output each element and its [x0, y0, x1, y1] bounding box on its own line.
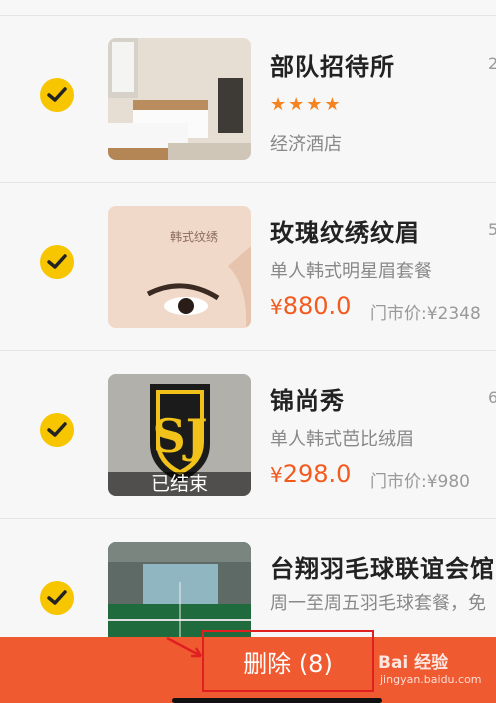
item-price: ¥298.0	[270, 460, 351, 488]
eyebrow-photo: 韩式纹绣	[108, 206, 251, 328]
original-price: 门市价:¥2348	[370, 304, 481, 324]
item-distance: 5	[488, 220, 496, 239]
baidu-watermark: Bai 经验	[378, 653, 449, 673]
selected-check-icon[interactable]	[40, 245, 74, 279]
item-distance: 6	[488, 388, 496, 407]
item-title: 玫瑰纹绣纹眉	[270, 219, 420, 247]
item-subtitle: 周一至周五羽毛球套餐，免	[270, 593, 486, 614]
selected-check-icon[interactable]	[40, 78, 74, 112]
annotation-arrow-icon	[166, 636, 203, 658]
rating-stars: ★★★★	[270, 94, 343, 115]
item-title: 锦尚秀	[270, 387, 345, 415]
item-subtitle: 经济酒店	[270, 134, 342, 155]
item-title: 部队招待所	[270, 53, 395, 81]
price-currency: ¥	[270, 463, 283, 487]
favorites-list: 部队招待所 2 ★★★★ 经济酒店 韩式纹绣 玫瑰纹绣纹眉 5 单人韩式明星眉套…	[0, 0, 496, 687]
item-title: 台翔羽毛球联谊会馆	[270, 555, 495, 583]
ended-badge: 已结束	[108, 472, 251, 496]
list-item[interactable]: 部队招待所 2 ★★★★ 经济酒店	[0, 15, 496, 183]
selected-check-icon[interactable]	[40, 581, 74, 615]
thumb-caption: 韩式纹绣	[170, 230, 219, 244]
item-distance: 2	[488, 54, 496, 73]
item-subtitle: 单人韩式芭比绒眉	[270, 429, 414, 450]
home-indicator	[172, 698, 382, 703]
price-value: 880.0	[282, 292, 352, 320]
svg-text:SJ: SJ	[153, 409, 208, 463]
item-subtitle: 单人韩式明星眉套餐	[270, 261, 432, 282]
price-currency: ¥	[270, 295, 283, 319]
sj-logo: SJ 已结束	[108, 374, 251, 496]
selected-check-icon[interactable]	[40, 413, 74, 447]
list-item[interactable]: SJ 已结束 锦尚秀 6 单人韩式芭比绒眉 ¥298.0 门市价:¥980	[0, 351, 496, 519]
item-price: ¥880.0	[270, 292, 351, 320]
baidu-watermark-url: jingyan.baidu.com	[380, 673, 482, 686]
price-value: 298.0	[282, 460, 352, 488]
hotel-room-photo	[108, 38, 251, 160]
original-price: 门市价:¥980	[370, 472, 470, 492]
list-item[interactable]: 韩式纹绣 玫瑰纹绣纹眉 5 单人韩式明星眉套餐 ¥880.0 门市价:¥2348	[0, 183, 496, 351]
delete-button[interactable]: 删除 (8)	[202, 630, 374, 692]
